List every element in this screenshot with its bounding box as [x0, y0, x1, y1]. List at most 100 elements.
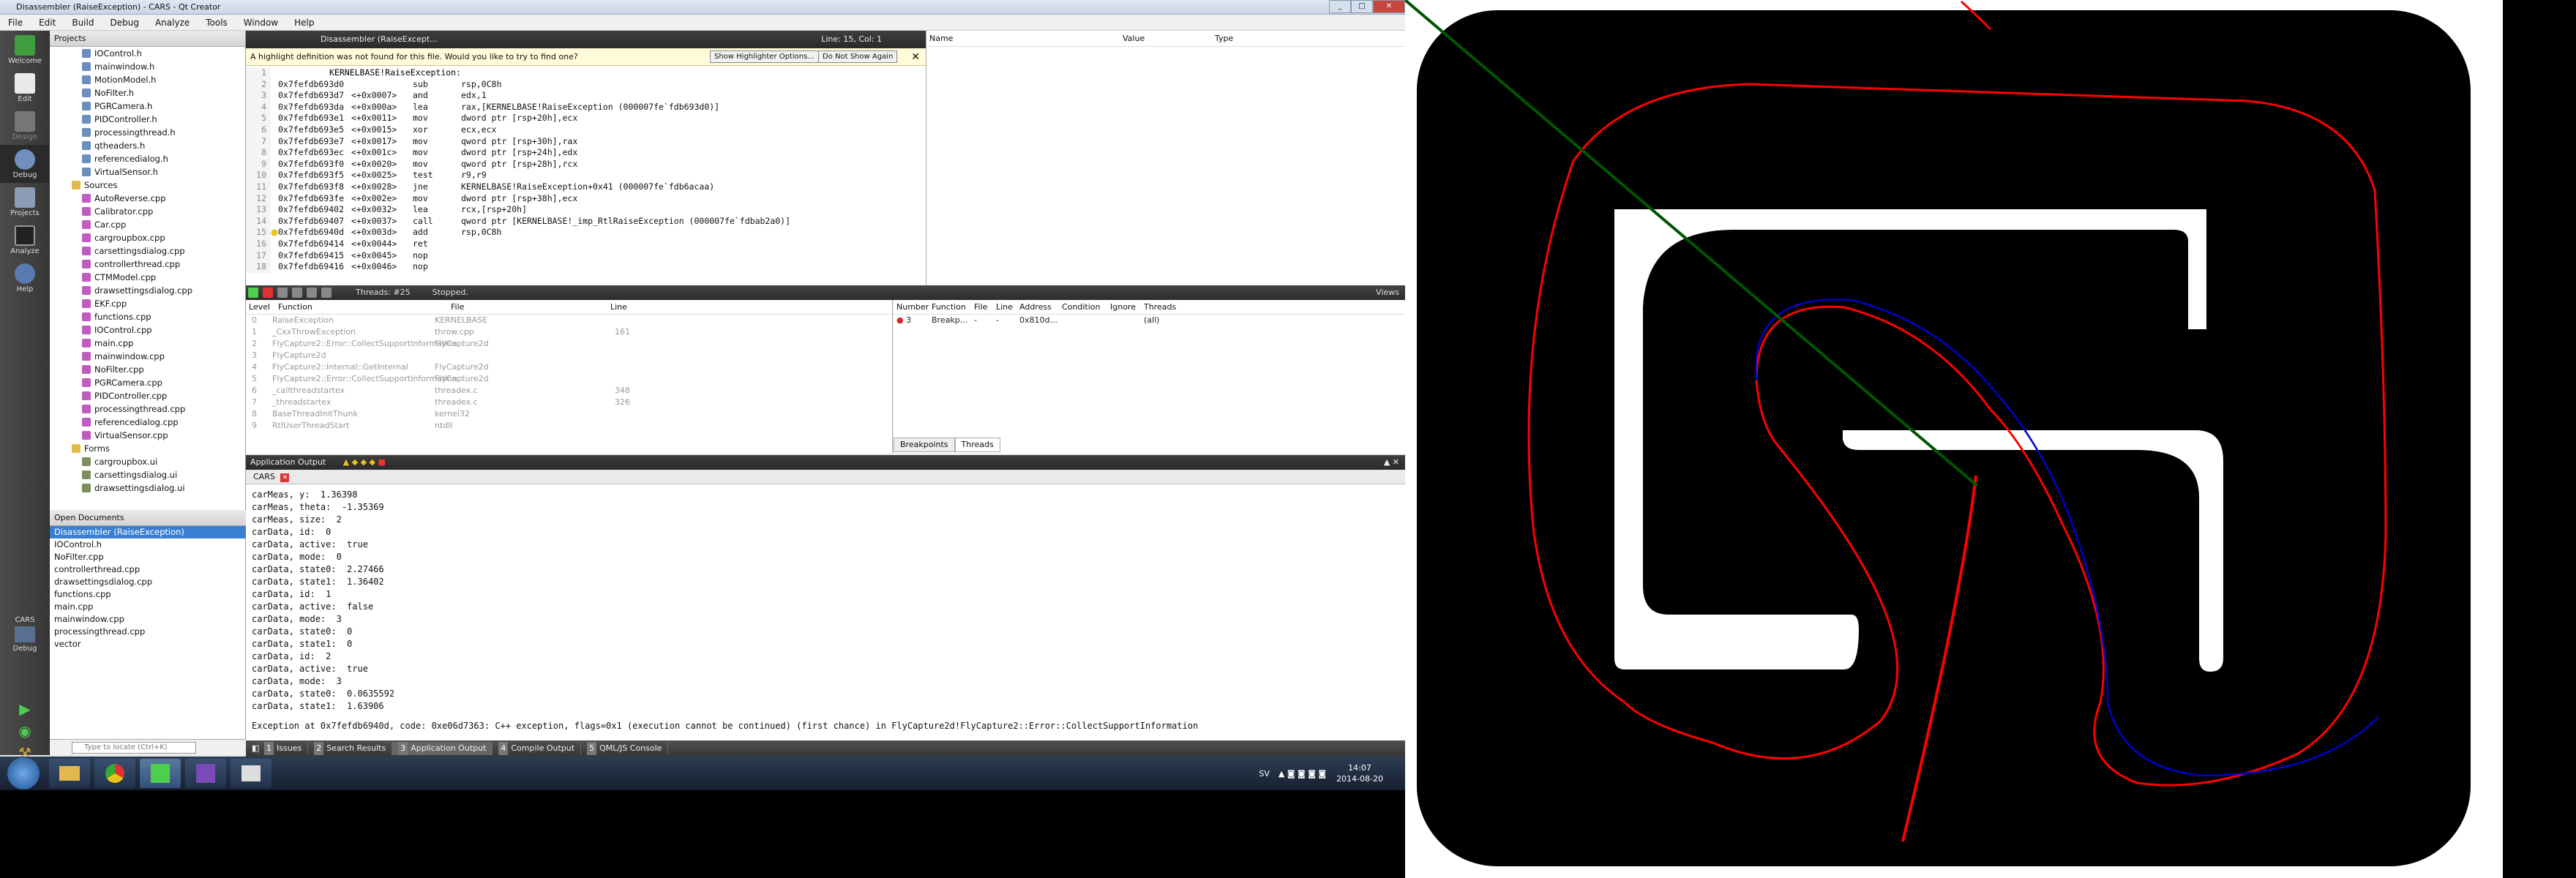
run-target-selector[interactable]: CARS Debug: [0, 616, 50, 653]
tree-item[interactable]: VirtualSensor.h: [50, 165, 245, 179]
tab-breakpoints[interactable]: Breakpoints: [894, 438, 955, 452]
tree-item[interactable]: carsettingsdialog.cpp: [50, 244, 245, 258]
mode-welcome[interactable]: Welcome: [0, 31, 50, 69]
mode-debug[interactable]: Debug: [0, 145, 50, 183]
locator-input[interactable]: Type to locate (Ctrl+K): [72, 741, 196, 754]
stack-frame-row[interactable]: 2 FlyCapture2::Error::CollectSupportInfor…: [246, 338, 892, 350]
stack-frame-row[interactable]: 7 _threadstartex threadex.c 326: [246, 397, 892, 408]
watch-col-name[interactable]: Name: [926, 31, 1123, 46]
close-infobar-icon[interactable]: ✕: [911, 48, 920, 66]
tree-item[interactable]: NoFilter.h: [50, 86, 245, 100]
mode-design[interactable]: Design: [0, 107, 50, 145]
tree-item[interactable]: PGRCamera.cpp: [50, 376, 245, 389]
minimize-button[interactable]: _: [1329, 0, 1351, 13]
stop-output-icon[interactable]: ■: [378, 457, 386, 467]
bp-col-ignore[interactable]: Ignore: [1110, 300, 1144, 314]
disassembly-code[interactable]: 1 KERNELBASE!RaiseException: 2 0x7fefdb693…: [246, 67, 926, 282]
stack-frame-row[interactable]: 1 _CxxThrowException throw.cpp 161: [246, 326, 892, 338]
mode-analyze[interactable]: Analyze: [0, 221, 50, 259]
open-document-item[interactable]: mainwindow.cpp: [50, 613, 246, 626]
pane-compile-output[interactable]: 4 Compile Output: [493, 742, 582, 755]
stack-frame-row[interactable]: 5 FlyCapture2::Error::CollectSupportInfor…: [246, 373, 892, 385]
debug-run-button[interactable]: ◉: [0, 722, 50, 744]
tree-item[interactable]: Car.cpp: [50, 218, 245, 231]
menu-build[interactable]: Build: [64, 18, 102, 28]
stack-frame-row[interactable]: 4 FlyCapture2::Internal::GetInternal FlyCa…: [246, 361, 892, 373]
step-into-icon[interactable]: [292, 288, 302, 298]
tree-item[interactable]: PGRCamera.h: [50, 100, 245, 113]
project-tree[interactable]: IOControl.h mainwindow.h MotionModel.h NoFi…: [50, 47, 245, 519]
stack-col-function[interactable]: Function: [261, 300, 370, 314]
tree-item[interactable]: EKF.cpp: [50, 297, 245, 310]
restart-icon[interactable]: [321, 288, 332, 298]
app-window-icon[interactable]: [231, 759, 272, 788]
pane-application-output[interactable]: 3 Application Output: [392, 742, 493, 755]
mode-help[interactable]: Help: [0, 259, 50, 297]
output-tool-icons[interactable]: ▲ ◆ ◆ ◆: [343, 457, 375, 467]
tree-item[interactable]: cargroupbox.cpp: [50, 231, 245, 244]
tree-item[interactable]: functions.cpp: [50, 310, 245, 323]
open-document-item[interactable]: vector: [50, 638, 246, 650]
bp-col-condition[interactable]: Condition: [1062, 300, 1110, 314]
tree-item[interactable]: NoFilter.cpp: [50, 363, 245, 376]
stack-frame-row[interactable]: 0 RaiseException KERNELBASE: [246, 315, 892, 326]
stack-col-file[interactable]: File: [370, 300, 471, 314]
tree-item[interactable]: carsettingsdialog.ui: [50, 468, 245, 481]
tree-item[interactable]: mainwindow.cpp: [50, 350, 245, 363]
bp-col-number[interactable]: Number: [894, 300, 932, 314]
application-output[interactable]: carMeas, y: 1.36398 carMeas, theta: -1.35…: [246, 484, 1405, 740]
close-tab-icon[interactable]: ✕: [280, 473, 290, 482]
open-document-item[interactable]: controllerthread.cpp: [50, 563, 246, 576]
visual-studio-icon[interactable]: [185, 759, 226, 788]
do-not-show-again-button[interactable]: Do Not Show Again: [818, 50, 898, 63]
tray-icons[interactable]: ▲ ◙ ◙ ◙ ◙: [1278, 769, 1326, 778]
step-out-icon[interactable]: [307, 288, 317, 298]
menu-file[interactable]: File: [0, 18, 31, 28]
threads-selector[interactable]: Threads: #25: [356, 285, 411, 300]
toggle-sidebar-icon[interactable]: ◧: [246, 742, 259, 755]
stack-frame-row[interactable]: 9 RtlUserThreadStart ntdll: [246, 420, 892, 432]
menu-debug[interactable]: Debug: [102, 18, 146, 28]
tree-item[interactable]: referencedialog.h: [50, 152, 245, 165]
pane-issues[interactable]: 1 Issues: [258, 742, 309, 755]
continue-icon[interactable]: [248, 288, 258, 298]
tree-item[interactable]: CTMModel.cpp: [50, 271, 245, 284]
tree-item[interactable]: qtheaders.h: [50, 139, 245, 152]
views-button[interactable]: Views: [1376, 285, 1399, 300]
tab-threads[interactable]: Threads: [954, 438, 1000, 452]
mode-edit[interactable]: Edit: [0, 69, 50, 107]
tree-item[interactable]: PIDController.h: [50, 113, 245, 126]
tree-item[interactable]: MotionModel.h: [50, 73, 245, 86]
clock[interactable]: 14:07 2014-08-20: [1336, 762, 1383, 784]
open-document-item[interactable]: IOControl.h: [50, 539, 246, 551]
tree-item[interactable]: PIDController.cpp: [50, 389, 245, 402]
bp-col-address[interactable]: Address: [1019, 300, 1062, 314]
open-document-item[interactable]: functions.cpp: [50, 588, 246, 601]
menu-analyze[interactable]: Analyze: [147, 18, 198, 28]
tree-item[interactable]: Calibrator.cpp: [50, 205, 245, 218]
breakpoint-row[interactable]: ● 3 Breakp... - - 0x810d... (all): [894, 315, 1405, 326]
tree-item[interactable]: cargroupbox.ui: [50, 455, 245, 468]
menu-help[interactable]: Help: [286, 18, 322, 28]
language-indicator[interactable]: SV: [1259, 769, 1270, 778]
stack-col-line[interactable]: Line: [471, 300, 627, 314]
close-output-icon[interactable]: ▲ ✕: [1384, 455, 1399, 470]
step-over-icon[interactable]: [277, 288, 288, 298]
tree-item[interactable]: Forms: [50, 442, 245, 455]
tree-item[interactable]: AutoReverse.cpp: [50, 192, 245, 205]
stop-icon[interactable]: [263, 288, 273, 298]
show-highlighter-options-button[interactable]: Show Highlighter Options...: [710, 50, 819, 63]
open-document-item[interactable]: main.cpp: [50, 601, 246, 613]
pane-search-results[interactable]: 2 Search Results: [308, 742, 393, 755]
start-button[interactable]: [7, 757, 40, 789]
run-button[interactable]: ▶: [0, 700, 50, 722]
menu-window[interactable]: Window: [236, 18, 286, 28]
stack-frame-row[interactable]: 8 BaseThreadInitThunk kernel32: [246, 408, 892, 420]
bp-col-file[interactable]: File: [974, 300, 996, 314]
open-document-item[interactable]: Disassembler (RaiseException): [50, 526, 246, 539]
tree-item[interactable]: VirtualSensor.cpp: [50, 429, 245, 442]
watch-col-type[interactable]: Type: [1215, 31, 1361, 46]
tree-item[interactable]: Sources: [50, 179, 245, 192]
tree-item[interactable]: controllerthread.cpp: [50, 258, 245, 271]
tree-item[interactable]: IOControl.cpp: [50, 323, 245, 337]
